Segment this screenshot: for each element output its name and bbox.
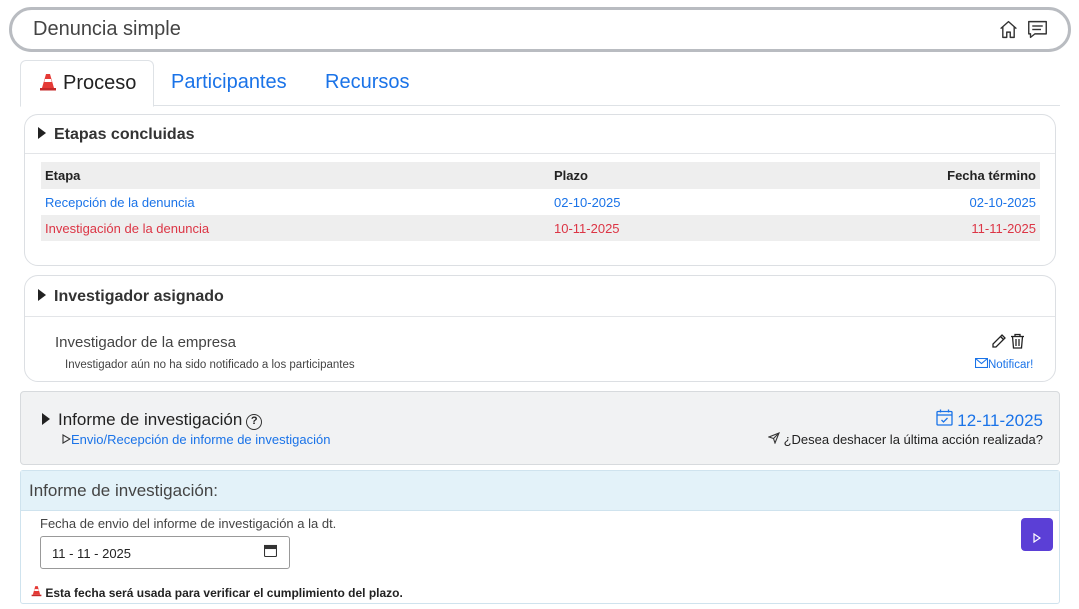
investigador-name: Investigador de la empresa [55, 334, 236, 351]
tab-proceso[interactable]: Proceso [20, 60, 154, 107]
undo-link[interactable]: ¿Desea deshacer la última acción realiza… [767, 432, 1043, 447]
etapas-title: Etapas concluidas [54, 126, 195, 143]
tab-participantes[interactable]: Participantes [171, 60, 287, 106]
envio-link[interactable]: Envio/Recepción de informe de investigac… [62, 432, 330, 447]
help-icon[interactable]: ? [246, 414, 263, 430]
table-row[interactable]: Investigación de la denuncia 10-11-2025 … [41, 215, 1040, 241]
etapa-cell[interactable]: Recepción de la denuncia [41, 189, 550, 215]
traffic-cone-icon [39, 73, 57, 97]
fecha-cell: 11-11-2025 [750, 215, 1040, 241]
date-input[interactable]: 11 - 11 - 2025 [40, 536, 290, 569]
send-icon [767, 432, 780, 447]
etapas-toggle[interactable]: Etapas concluidas [38, 126, 195, 144]
play-icon [1033, 530, 1042, 548]
investigador-note: Investigador aún no ha sido notificado a… [65, 359, 355, 371]
trash-icon[interactable] [1010, 333, 1025, 354]
home-icon[interactable] [998, 19, 1019, 45]
caret-right-outline-icon [62, 432, 72, 447]
investigador-card: Investigador asignado Investigador de la… [24, 275, 1056, 382]
caret-right-icon [42, 413, 50, 425]
warning-note: Esta fecha será usada para verificar el … [31, 585, 403, 600]
edit-icon[interactable] [991, 333, 1007, 354]
informe-date: 12-11-2025 [935, 409, 1043, 431]
submit-button[interactable] [1021, 518, 1053, 551]
informe-form-panel: Informe de investigación: Fecha de envio… [20, 470, 1060, 604]
investigador-toggle[interactable]: Investigador asignado [38, 288, 224, 306]
traffic-cone-icon [31, 586, 42, 600]
plazo-cell: 02-10-2025 [554, 194, 621, 210]
envelope-icon [974, 357, 989, 371]
column-header-plazo: Plazo [550, 162, 750, 189]
page-title: Denuncia simple [33, 18, 181, 40]
column-header-fecha: Fecha término [750, 162, 1040, 189]
tab-recursos[interactable]: Recursos [325, 60, 409, 106]
caret-right-icon [38, 127, 46, 139]
date-field-label: Fecha de envio del informe de investigac… [40, 516, 337, 531]
form-header: Informe de investigación: [21, 471, 1059, 511]
title-bar: Denuncia simple [9, 7, 1071, 52]
informe-toggle[interactable]: Informe de investigación? [42, 410, 263, 430]
tab-bar: Proceso Participantes Recursos [20, 60, 1060, 107]
etapas-card: Etapas concluidas Etapa Plazo Fecha térm… [24, 114, 1056, 266]
column-header-etapa: Etapa [41, 162, 550, 189]
calendar-icon[interactable] [263, 544, 278, 560]
fecha-cell: 02-10-2025 [969, 194, 1037, 210]
calendar-check-icon [935, 409, 953, 430]
etapa-cell[interactable]: Investigación de la denuncia [41, 215, 550, 241]
informe-section: Informe de investigación? Envio/Recepció… [20, 391, 1060, 465]
investigador-title: Investigador asignado [54, 288, 224, 305]
table-row[interactable]: Recepción de la denuncia 02-10-2025 02-1… [41, 189, 1040, 215]
notify-button[interactable]: Notificar! [974, 357, 1033, 371]
etapas-table: Etapa Plazo Fecha término Recepción de l… [41, 162, 1040, 241]
informe-title: Informe de investigación [58, 410, 243, 429]
chat-icon[interactable] [1027, 19, 1048, 45]
caret-right-icon [38, 289, 46, 301]
plazo-cell: 10-11-2025 [550, 215, 750, 241]
